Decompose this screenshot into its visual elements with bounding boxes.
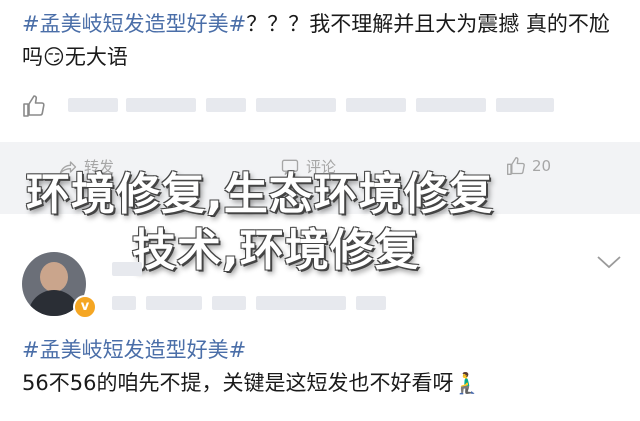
blurred-meta [212,296,246,310]
emoji-kneeling: 🧎‍♂️ [453,371,480,395]
topic-link-2[interactable]: #孟美岐短发造型好美# [22,334,246,364]
verified-badge-icon: v [73,295,97,319]
blurred-name [346,98,406,112]
blurred-name [126,98,196,112]
avatar-face [40,262,68,292]
thumbs-up-icon[interactable] [22,94,46,118]
post-text-2: 56不56的咱先不提，关键是这短发也不好看呀🧎‍♂️ [22,367,480,397]
blurred-meta [356,296,386,310]
blurred-name [496,98,554,112]
topic-link-1[interactable]: #孟美岐短发造型好美# [22,12,246,36]
post-body-2: 56不56的咱先不提，关键是这短发也不好看呀 [22,371,454,395]
emoji-smirk: 😏 [43,45,65,69]
blurred-name [416,98,486,112]
post-body-1-end: 无大语 [64,45,128,69]
likes-row [22,92,618,120]
like-action-icon [507,157,525,175]
post-text-1: #孟美岐短发造型好美#？？？我不理解并且大为震撼 真的不尬吗😏无大语 [22,8,622,74]
chevron-down-icon[interactable] [596,254,622,270]
blurred-meta [256,296,346,310]
watermark-line-1: 环境修复,生态环境修复 [26,169,494,220]
avatar-body [28,290,80,316]
blurred-name [206,98,246,112]
like-count: 20 [532,157,552,175]
watermark-line-2: 技术,环境修复 [132,225,420,276]
blurred-username [112,262,142,276]
blurred-meta [112,296,136,310]
blurred-name [68,98,118,112]
like-button[interactable]: 20 [506,156,551,176]
blurred-meta [146,296,202,310]
blurred-name [256,98,336,112]
